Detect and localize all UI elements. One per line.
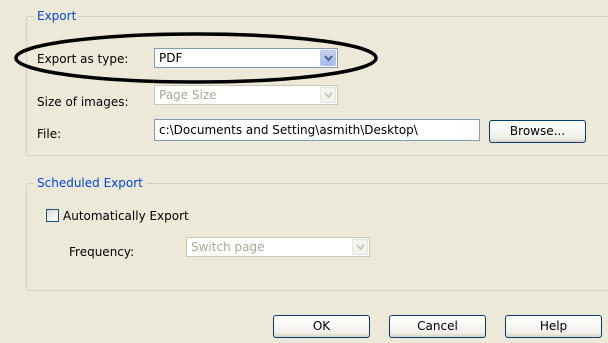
ok-button[interactable]: OK [273,315,370,338]
cancel-button[interactable]: Cancel [389,315,486,338]
frequency-label: Frequency: [69,245,135,259]
image-size-label: Size of images: [37,95,129,109]
frequency-value: Switch page [191,240,265,254]
frequency-select: Switch page [186,237,370,257]
export-group-title: Export [34,9,80,23]
chevron-down-icon[interactable] [320,50,336,66]
image-size-value: Page Size [159,88,217,102]
file-path-value: c:\Documents and Setting\asmith\Desktop\ [159,123,418,137]
export-type-label: Export as type: [37,52,129,66]
export-type-value: PDF [159,51,183,65]
image-size-select: Page Size [154,85,338,105]
auto-export-label[interactable]: Automatically Export [63,209,189,223]
auto-export-checkbox[interactable] [46,209,59,222]
browse-button[interactable]: Browse... [489,120,586,143]
file-label: File: [37,127,62,141]
export-dialog: Export Export as type: PDF Size of image… [0,0,608,343]
scheduled-export-group-title: Scheduled Export [34,176,146,190]
chevron-down-icon [352,239,368,255]
export-type-select[interactable]: PDF [154,48,338,68]
help-button[interactable]: Help [505,315,602,338]
file-path-input[interactable]: c:\Documents and Setting\asmith\Desktop\ [154,119,480,141]
chevron-down-icon [320,87,336,103]
